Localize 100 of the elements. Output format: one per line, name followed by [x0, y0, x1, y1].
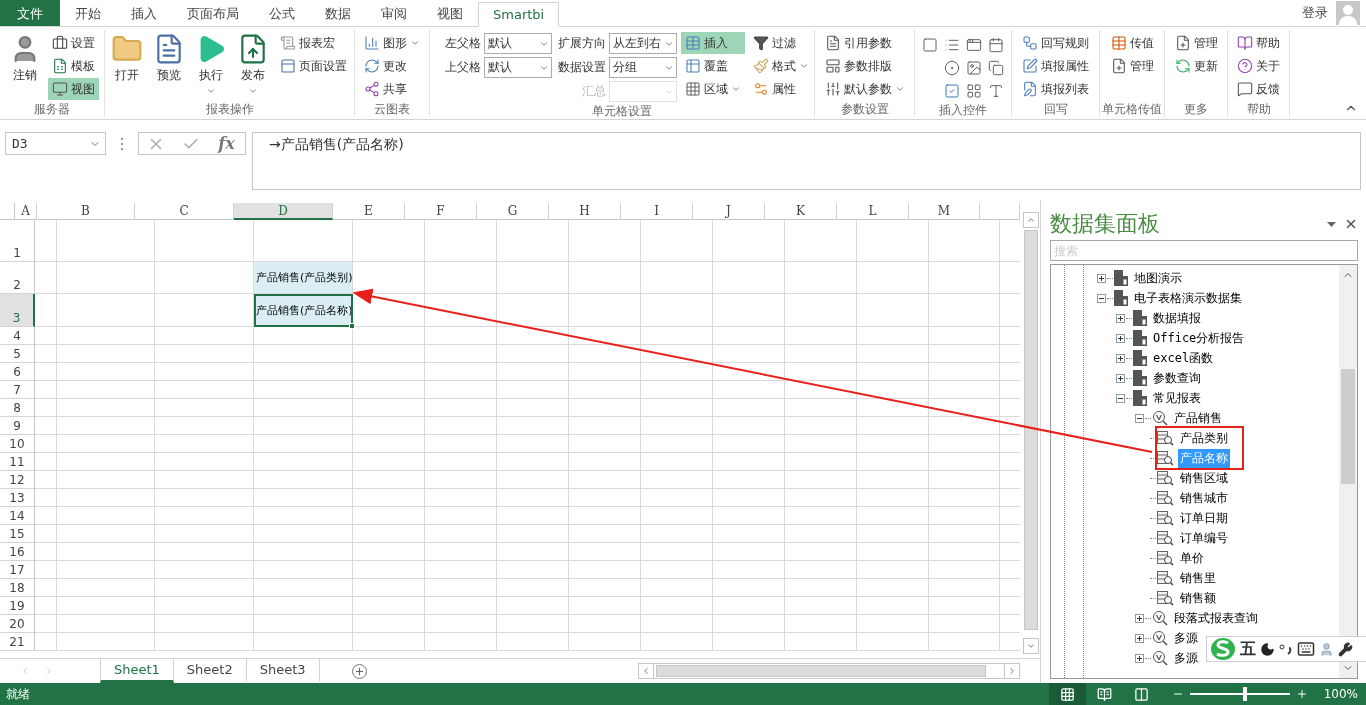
table-cell[interactable] — [713, 453, 785, 471]
table-cell[interactable] — [497, 525, 569, 543]
table-cell[interactable] — [254, 543, 353, 561]
row-header[interactable]: 11 — [0, 453, 35, 471]
table-cell[interactable] — [569, 435, 641, 453]
table-cell[interactable] — [425, 507, 497, 525]
table-cell[interactable] — [569, 399, 641, 417]
tree-item[interactable]: 单价 — [1178, 548, 1206, 568]
table-cell[interactable] — [641, 597, 713, 615]
table-cell[interactable] — [155, 489, 254, 507]
table-cell[interactable] — [353, 471, 425, 489]
table-cell[interactable] — [713, 561, 785, 579]
name-box[interactable]: D3 — [5, 132, 106, 155]
text-icon[interactable] — [988, 82, 1004, 99]
table-cell[interactable] — [35, 345, 57, 363]
table-cell[interactable] — [641, 262, 713, 294]
row-header[interactable]: 13 — [0, 489, 35, 507]
table-cell[interactable] — [497, 471, 569, 489]
table-cell[interactable] — [425, 262, 497, 294]
table-cell[interactable] — [785, 579, 857, 597]
expand-icon[interactable] — [1135, 613, 1144, 623]
table-cell[interactable] — [857, 543, 929, 561]
table-cell[interactable] — [713, 597, 785, 615]
dropdown-field[interactable]: 分组 — [609, 57, 677, 78]
table-cell[interactable] — [569, 294, 641, 327]
tree-item[interactable]: 多源 — [1172, 628, 1200, 648]
column-header[interactable]: K — [765, 203, 837, 220]
table-cell[interactable] — [35, 471, 57, 489]
dropdown-field[interactable]: 默认 — [484, 57, 552, 78]
moon-icon[interactable] — [1260, 641, 1275, 657]
checkbox-icon[interactable] — [944, 82, 960, 99]
zoom-in-icon[interactable] — [1295, 688, 1308, 700]
table-cell[interactable] — [497, 435, 569, 453]
ribbon-button[interactable]: 关于 — [1233, 55, 1284, 77]
table-cell[interactable] — [641, 399, 713, 417]
table-cell[interactable] — [35, 561, 57, 579]
table-cell[interactable] — [35, 363, 57, 381]
table-cell[interactable] — [785, 525, 857, 543]
table-cell[interactable] — [155, 399, 254, 417]
table-cell[interactable] — [641, 525, 713, 543]
table-cell[interactable] — [254, 453, 353, 471]
table-cell[interactable] — [857, 453, 929, 471]
table-cell[interactable] — [353, 453, 425, 471]
table-cell[interactable] — [785, 262, 857, 294]
table-cell[interactable] — [857, 597, 929, 615]
table-cell[interactable] — [641, 363, 713, 381]
table-cell[interactable] — [155, 453, 254, 471]
collapse-icon[interactable] — [1097, 293, 1106, 303]
table-cell[interactable] — [155, 294, 254, 327]
table-cell[interactable] — [641, 435, 713, 453]
table-cell[interactable] — [425, 294, 497, 327]
column-header[interactable]: H — [549, 203, 621, 220]
expand-icon[interactable] — [1097, 273, 1106, 283]
column-header[interactable]: I — [621, 203, 693, 220]
table-cell[interactable] — [569, 525, 641, 543]
table-cell[interactable] — [425, 363, 497, 381]
table-cell[interactable] — [497, 489, 569, 507]
table-cell[interactable] — [929, 417, 1000, 435]
ribbon-button[interactable]: 管理 — [1170, 32, 1222, 54]
table-cell[interactable] — [641, 381, 713, 399]
expand-icon[interactable] — [1116, 333, 1125, 343]
table-cell[interactable] — [497, 399, 569, 417]
table-cell[interactable] — [155, 543, 254, 561]
ribbon-button[interactable]: 更新 — [1170, 55, 1222, 77]
table-cell[interactable] — [254, 507, 353, 525]
keyboard-icon[interactable] — [1297, 640, 1315, 658]
fill-handle[interactable] — [349, 323, 355, 329]
ribbon-button[interactable]: 参数排版 — [820, 55, 909, 77]
row-header[interactable]: 19 — [0, 597, 35, 615]
table-cell[interactable] — [254, 561, 353, 579]
table-cell[interactable] — [254, 615, 353, 633]
table-cell[interactable] — [155, 525, 254, 543]
tree-item[interactable]: 销售城市 — [1178, 488, 1230, 508]
table-cell[interactable] — [155, 345, 254, 363]
table-cell[interactable] — [57, 399, 155, 417]
table-cell[interactable] — [57, 615, 155, 633]
table-cell[interactable] — [785, 399, 857, 417]
table-cell[interactable] — [35, 633, 57, 651]
table-cell[interactable] — [425, 381, 497, 399]
table-cell[interactable] — [929, 579, 1000, 597]
table-cell[interactable] — [569, 220, 641, 262]
table-cell[interactable] — [254, 471, 353, 489]
table-cell[interactable] — [497, 381, 569, 399]
table-cell[interactable] — [785, 435, 857, 453]
table-cell[interactable] — [641, 453, 713, 471]
table-cell[interactable] — [929, 633, 1000, 651]
column-header[interactable]: F — [405, 203, 477, 220]
table-cell[interactable] — [57, 327, 155, 345]
tree-item[interactable]: 订单日期 — [1178, 508, 1230, 528]
table-cell[interactable] — [785, 633, 857, 651]
table-cell[interactable] — [425, 220, 497, 262]
calendar-icon[interactable] — [988, 36, 1004, 53]
ribbon-button[interactable]: 覆盖 — [681, 55, 745, 77]
row-header[interactable]: 5 — [0, 345, 35, 363]
column-header[interactable] — [980, 203, 1020, 220]
ribbon-button[interactable]: 模板 — [47, 55, 99, 77]
table-cell[interactable] — [713, 294, 785, 327]
table-cell[interactable] — [713, 489, 785, 507]
table-cell[interactable] — [929, 507, 1000, 525]
input-mode[interactable]: 五 — [1240, 638, 1256, 660]
